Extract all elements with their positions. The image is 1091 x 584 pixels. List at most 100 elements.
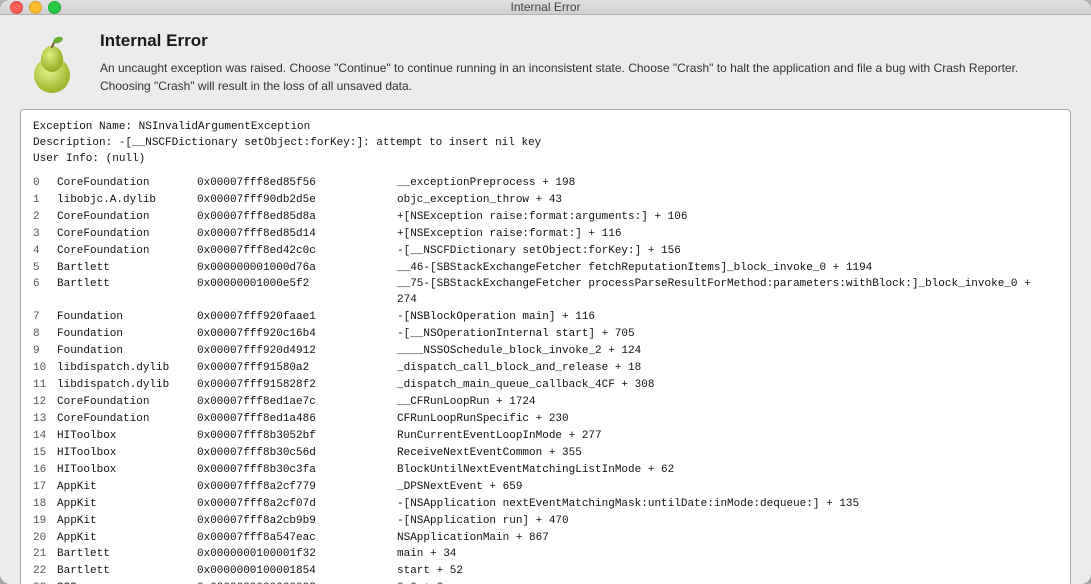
frame-address: 0x00007fff8ed85d14: [197, 227, 397, 244]
frame-number: 5: [33, 261, 57, 278]
frame-number: 3: [33, 227, 57, 244]
traffic-lights: [10, 1, 61, 14]
window: Internal Error: [0, 0, 1091, 584]
frame-symbol: -[NSBlockOperation main] + 116: [397, 310, 1058, 327]
frame-number: 16: [33, 463, 57, 480]
frame-number: 12: [33, 395, 57, 412]
frame-symbol: +[NSException raise:format:arguments:] +…: [397, 210, 1058, 227]
frame-number: 2: [33, 210, 57, 227]
exception-description: Description: -[__NSCFDictionary setObjec…: [33, 136, 1058, 152]
table-row: 13 CoreFoundation 0x00007fff8ed1a486 CFR…: [33, 412, 1058, 429]
frame-symbol: -[NSApplication nextEventMatchingMask:un…: [397, 497, 1058, 514]
frame-symbol: __75-[SBStackExchangeFetcher processPars…: [397, 277, 1058, 310]
frame-address: 0x00007fff8ed85f56: [197, 176, 397, 193]
frame-address: 0x00007fff8ed42c0c: [197, 244, 397, 261]
frame-library: libobjc.A.dylib: [57, 193, 197, 210]
error-description: An uncaught exception was raised. Choose…: [100, 59, 1071, 95]
frame-number: 6: [33, 277, 57, 310]
frame-address: 0x000000001000d76a: [197, 261, 397, 278]
table-row: 15 HIToolbox 0x00007fff8b30c56d ReceiveN…: [33, 446, 1058, 463]
frame-address: 0x00007fff90db2d5e: [197, 193, 397, 210]
details-box: Exception Name: NSInvalidArgumentExcepti…: [20, 109, 1071, 584]
frame-address: 0x00007fff8b3052bf: [197, 429, 397, 446]
table-row: 22 Bartlett 0x0000000100001854 start + 5…: [33, 564, 1058, 581]
frame-address: 0x00007fff8ed1ae7c: [197, 395, 397, 412]
frame-number: 18: [33, 497, 57, 514]
table-row: 17 AppKit 0x00007fff8a2cf779 _DPSNextEve…: [33, 480, 1058, 497]
user-info: User Info: (null): [33, 152, 1058, 168]
table-row: 12 CoreFoundation 0x00007fff8ed1ae7c __C…: [33, 395, 1058, 412]
app-icon: [20, 31, 84, 95]
table-row: 20 AppKit 0x00007fff8a547eac NSApplicati…: [33, 531, 1058, 548]
frame-number: 17: [33, 480, 57, 497]
table-row: 3 CoreFoundation 0x00007fff8ed85d14 +[NS…: [33, 227, 1058, 244]
frame-library: AppKit: [57, 514, 197, 531]
frame-number: 14: [33, 429, 57, 446]
frame-number: 13: [33, 412, 57, 429]
stack-trace-table: 0 CoreFoundation 0x00007fff8ed85f56 __ex…: [33, 176, 1058, 584]
minimize-button[interactable]: [29, 1, 42, 14]
table-row: 5 Bartlett 0x000000001000d76a __46-[SBSt…: [33, 261, 1058, 278]
frame-library: Foundation: [57, 344, 197, 361]
frame-symbol: start + 52: [397, 564, 1058, 581]
frame-number: 4: [33, 244, 57, 261]
close-button[interactable]: [10, 1, 23, 14]
frame-address: 0x00007fff8a547eac: [197, 531, 397, 548]
frame-library: CoreFoundation: [57, 210, 197, 227]
header-section: Internal Error An uncaught exception was…: [20, 31, 1071, 95]
frame-library: Bartlett: [57, 277, 197, 310]
title-bar: Internal Error: [0, 0, 1091, 15]
frame-library: CoreFoundation: [57, 395, 197, 412]
frame-number: 21: [33, 547, 57, 564]
maximize-button[interactable]: [48, 1, 61, 14]
frame-symbol: ____NSSOSchedule_block_invoke_2 + 124: [397, 344, 1058, 361]
frame-symbol: __46-[SBStackExchangeFetcher fetchReputa…: [397, 261, 1058, 278]
frame-number: 19: [33, 514, 57, 531]
frame-library: AppKit: [57, 497, 197, 514]
frame-library: Foundation: [57, 310, 197, 327]
frame-number: 1: [33, 193, 57, 210]
frame-address: 0x00007fff8b30c3fa: [197, 463, 397, 480]
table-row: 21 Bartlett 0x0000000100001f32 main + 34: [33, 547, 1058, 564]
frame-library: CoreFoundation: [57, 227, 197, 244]
frame-address: 0x00007fff8ed85d8a: [197, 210, 397, 227]
frame-number: 7: [33, 310, 57, 327]
table-row: 8 Foundation 0x00007fff920c16b4 -[__NSOp…: [33, 327, 1058, 344]
frame-address: 0x00007fff91580a2: [197, 361, 397, 378]
table-row: 11 libdispatch.dylib 0x00007fff915828f2 …: [33, 378, 1058, 395]
table-row: 2 CoreFoundation 0x00007fff8ed85d8a +[NS…: [33, 210, 1058, 227]
frame-address: 0x00007fff8a2cf779: [197, 480, 397, 497]
frame-number: 11: [33, 378, 57, 395]
window-title: Internal Error: [510, 0, 580, 14]
details-header: Exception Name: NSInvalidArgumentExcepti…: [33, 120, 1058, 168]
table-row: 0 CoreFoundation 0x00007fff8ed85f56 __ex…: [33, 176, 1058, 193]
frame-number: 0: [33, 176, 57, 193]
frame-address: 0x00007fff920c16b4: [197, 327, 397, 344]
exception-name: Exception Name: NSInvalidArgumentExcepti…: [33, 120, 1058, 136]
frame-symbol: CFRunLoopRunSpecific + 230: [397, 412, 1058, 429]
frame-library: Bartlett: [57, 547, 197, 564]
frame-symbol: RunCurrentEventLoopInMode + 277: [397, 429, 1058, 446]
frame-address: 0x0000000100001854: [197, 564, 397, 581]
table-row: 18 AppKit 0x00007fff8a2cf07d -[NSApplica…: [33, 497, 1058, 514]
frame-symbol: objc_exception_throw + 43: [397, 193, 1058, 210]
frame-address: 0x00007fff920faae1: [197, 310, 397, 327]
frame-library: CoreFoundation: [57, 244, 197, 261]
frame-library: AppKit: [57, 480, 197, 497]
table-row: 9 Foundation 0x00007fff920d4912 ____NSSO…: [33, 344, 1058, 361]
frame-symbol: __exceptionPreprocess + 198: [397, 176, 1058, 193]
frame-library: libdispatch.dylib: [57, 378, 197, 395]
frame-symbol: ReceiveNextEventCommon + 355: [397, 446, 1058, 463]
frame-library: HIToolbox: [57, 429, 197, 446]
header-text: Internal Error An uncaught exception was…: [100, 31, 1071, 95]
frame-symbol: +[NSException raise:format:] + 116: [397, 227, 1058, 244]
frame-library: Foundation: [57, 327, 197, 344]
frame-library: AppKit: [57, 531, 197, 548]
table-row: 14 HIToolbox 0x00007fff8b3052bf RunCurre…: [33, 429, 1058, 446]
frame-library: HIToolbox: [57, 446, 197, 463]
table-row: 4 CoreFoundation 0x00007fff8ed42c0c -[__…: [33, 244, 1058, 261]
frame-symbol: _dispatch_main_queue_callback_4CF + 308: [397, 378, 1058, 395]
table-row: 1 libobjc.A.dylib 0x00007fff90db2d5e obj…: [33, 193, 1058, 210]
frame-address: 0x00007fff8ed1a486: [197, 412, 397, 429]
frame-symbol: _dispatch_call_block_and_release + 18: [397, 361, 1058, 378]
